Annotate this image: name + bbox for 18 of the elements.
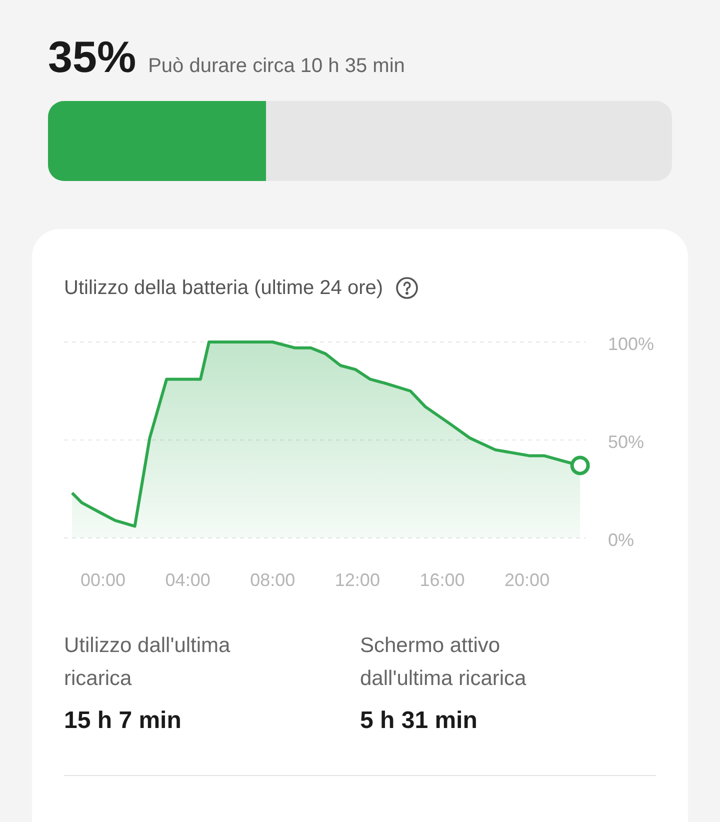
x-axis-label: 08:00 [250,570,296,590]
x-axis-label: 20:00 [504,570,550,590]
x-axis-label: 00:00 [80,570,126,590]
battery-estimate: Può durare circa 10 h 35 min [148,54,405,79]
y-axis-label: 0% [608,530,634,550]
stat-label: Utilizzo dall'ultima ricarica [64,633,232,692]
stat-value: 5 h 31 min [360,706,478,736]
x-axis-label: 16:00 [420,570,465,590]
stat-value: 15 h 7 min [64,706,182,736]
y-axis-label: 50% [608,432,644,452]
battery-percent: 35% [48,36,136,80]
card-title: Utilizzo della batteria (ultime 24 ore) [64,276,384,301]
help-icon[interactable] [395,276,420,300]
x-axis-label: 12:00 [334,570,380,590]
stat-label: Schermo attivo dall'ultima ricarica [360,633,528,692]
end-point-marker [570,456,590,476]
x-axis-label: 04:00 [165,570,210,590]
y-axis-label: 100% [608,334,654,354]
